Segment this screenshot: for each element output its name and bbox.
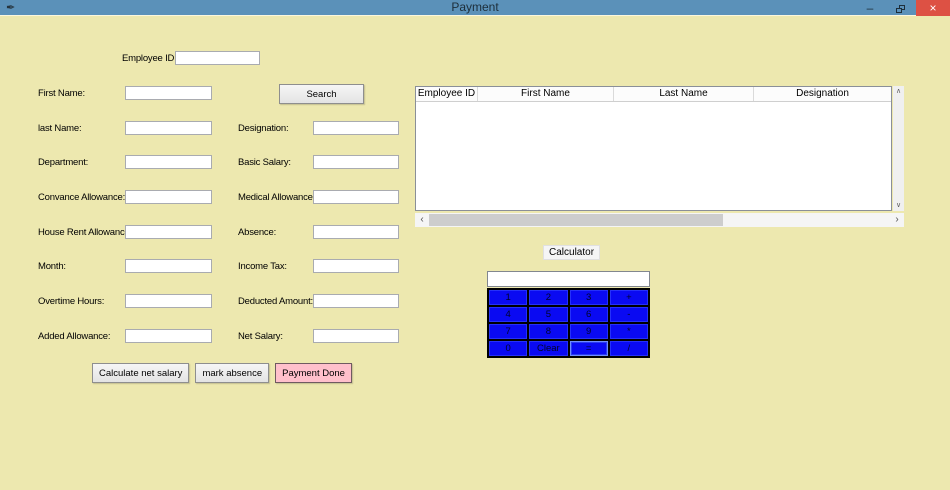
absence-input[interactable] — [313, 225, 399, 239]
convance-allowance-input[interactable] — [125, 190, 212, 204]
grid-col-employee-id[interactable]: Employee ID — [416, 87, 478, 101]
medical-allowance-label: Medical Allowance: — [238, 192, 316, 203]
calc-key-plus[interactable]: + — [609, 290, 648, 305]
calc-key-equals[interactable]: = — [569, 341, 608, 356]
maximize-button[interactable] — [888, 0, 912, 16]
scroll-left-icon[interactable]: ‹ — [416, 213, 428, 227]
mark-absence-button[interactable]: mark absence — [195, 363, 270, 383]
calc-key-divide[interactable]: / — [609, 341, 648, 356]
overtime-hours-input[interactable] — [125, 294, 212, 308]
calculate-net-salary-button[interactable]: Calculate net salary — [92, 363, 190, 383]
net-salary-label: Net Salary: — [238, 331, 283, 342]
minimize-icon: – — [866, 1, 874, 15]
grid-col-first-name[interactable]: First Name — [478, 87, 614, 101]
calc-key-multiply[interactable]: * — [609, 324, 648, 339]
calc-key-minus[interactable]: - — [609, 307, 648, 322]
calc-key-7[interactable]: 7 — [489, 324, 528, 339]
department-input[interactable] — [125, 155, 212, 169]
calc-key-5[interactable]: 5 — [529, 307, 568, 322]
last-name-label: last Name: — [38, 123, 82, 134]
net-salary-input[interactable] — [313, 329, 399, 343]
calculator-title: Calculator — [543, 245, 601, 260]
first-name-input[interactable] — [125, 86, 212, 100]
grid-col-last-name[interactable]: Last Name — [614, 87, 754, 101]
calc-key-2[interactable]: 2 — [529, 290, 568, 305]
calc-key-9[interactable]: 9 — [569, 324, 608, 339]
grid-body[interactable] — [416, 102, 891, 210]
grid-header-row: Employee ID First Name Last Name Designa… — [416, 87, 891, 102]
grid-horizontal-scrollbar[interactable]: ‹ › — [415, 213, 904, 227]
scroll-right-icon[interactable]: › — [891, 213, 903, 227]
income-tax-input[interactable] — [313, 259, 399, 273]
month-label: Month: — [38, 261, 66, 272]
close-button[interactable]: × — [916, 0, 950, 16]
window-title: Payment — [451, 0, 499, 14]
horizontal-scroll-thumb[interactable] — [429, 214, 723, 226]
medical-allowance-input[interactable] — [313, 190, 399, 204]
deducted-amount-label: Deducted Amount: — [238, 296, 313, 307]
payment-done-button[interactable]: Payment Done — [275, 363, 352, 383]
basic-salary-label: Basic Salary: — [238, 157, 291, 168]
grid-vertical-scrollbar[interactable]: ∧ ∨ — [893, 86, 904, 211]
overtime-hours-label: Overtime Hours: — [38, 296, 105, 307]
calc-key-4[interactable]: 4 — [489, 307, 528, 322]
scroll-down-icon[interactable]: ∨ — [893, 200, 904, 211]
calc-key-clear[interactable]: Clear — [529, 341, 568, 356]
calc-key-8[interactable]: 8 — [529, 324, 568, 339]
employee-id-label: Employee ID: — [122, 53, 177, 64]
action-button-row: Calculate net salary mark absence Paymen… — [92, 363, 352, 383]
added-allowance-input[interactable] — [125, 329, 212, 343]
employee-data-grid: Employee ID First Name Last Name Designa… — [415, 86, 892, 211]
scroll-up-icon[interactable]: ∧ — [893, 86, 904, 97]
month-input[interactable] — [125, 259, 212, 273]
added-allowance-label: Added Allowance: — [38, 331, 111, 342]
basic-salary-input[interactable] — [313, 155, 399, 169]
convance-allowance-label: Convance Allowance: — [38, 192, 126, 203]
close-icon: × — [929, 1, 937, 15]
payment-window: ✒ Payment – × Employee ID: Search First … — [0, 0, 950, 490]
search-button[interactable]: Search — [279, 84, 364, 104]
house-rent-allowance-input[interactable] — [125, 225, 212, 239]
designation-label: Designation: — [238, 123, 289, 134]
designation-input[interactable] — [313, 121, 399, 135]
first-name-label: First Name: — [38, 88, 85, 99]
deducted-amount-input[interactable] — [313, 294, 399, 308]
employee-id-input[interactable] — [175, 51, 260, 65]
department-label: Department: — [38, 157, 89, 168]
calculator-keypad: 1 2 3 + 4 5 6 - 7 8 9 * 0 Clear = / — [487, 288, 650, 358]
calc-key-6[interactable]: 6 — [569, 307, 608, 322]
last-name-input[interactable] — [125, 121, 212, 135]
calculator-display[interactable] — [487, 271, 650, 287]
titlebar: ✒ Payment – × — [0, 0, 950, 16]
minimize-button[interactable]: – — [858, 0, 882, 16]
income-tax-label: Income Tax: — [238, 261, 287, 272]
grid-col-designation[interactable]: Designation — [754, 87, 891, 101]
restore-icon — [895, 4, 905, 13]
calc-key-0[interactable]: 0 — [489, 341, 528, 356]
calc-key-1[interactable]: 1 — [489, 290, 528, 305]
house-rent-allowance-label: House Rent Allowance: — [38, 227, 133, 238]
absence-label: Absence: — [238, 227, 277, 238]
calc-key-3[interactable]: 3 — [569, 290, 608, 305]
